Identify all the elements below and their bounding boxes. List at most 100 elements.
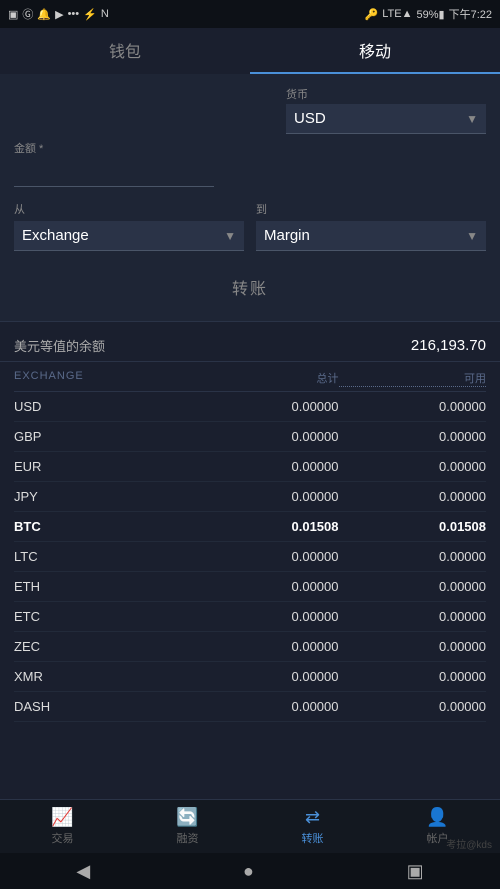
dots: •••: [68, 8, 80, 20]
td-total: 0.01508: [191, 519, 339, 534]
battery: 59%▮: [417, 8, 445, 21]
td-available: 0.00000: [339, 609, 487, 624]
table-row: GBP 0.00000 0.00000: [14, 422, 486, 452]
table-row: XRP 0.00000 0.00000: [14, 722, 486, 727]
play-icon: ▶: [55, 8, 63, 21]
table-row: LTC 0.00000 0.00000: [14, 542, 486, 572]
td-available: 0.00000: [339, 579, 487, 594]
bottom-nav: 📈 交易 🔄 融资 ⇄ 转账 👤 帐户: [0, 799, 500, 853]
transfer-button[interactable]: 转账: [192, 265, 308, 309]
to-arrow: ▼: [466, 229, 478, 243]
from-block: 从 Exchange ▼: [14, 201, 244, 251]
td-total: 0.00000: [191, 699, 339, 714]
nav-transfer[interactable]: ⇄ 转账: [250, 800, 375, 853]
to-dropdown[interactable]: Margin ▼: [256, 221, 486, 251]
td-total: 0.00000: [191, 459, 339, 474]
app-icon: ▣: [8, 8, 18, 21]
amount-input[interactable]: [14, 160, 214, 187]
th-available: 可用: [339, 370, 487, 387]
td-currency: BTC: [14, 519, 191, 534]
account-icon: 👤: [426, 807, 448, 828]
table-row: ETC 0.00000 0.00000: [14, 602, 486, 632]
home-button[interactable]: ●: [243, 861, 254, 882]
bluetooth-icon: ⚡: [83, 8, 97, 21]
to-label: 到: [256, 201, 486, 217]
td-currency: DASH: [14, 699, 191, 714]
table-area: EXCHANGE 总计 可用 USD 0.00000 0.00000 GBP 0…: [0, 362, 500, 727]
status-bar: ▣ Ⓖ 🔔 ▶ ••• ⚡ N 🔑 LTE▲ 59%▮ 下午7:22: [0, 0, 500, 28]
td-total: 0.00000: [191, 399, 339, 414]
balance-label: 美元等值的余额: [14, 336, 105, 355]
trade-icon: 📈: [51, 807, 73, 828]
td-available: 0.00000: [339, 699, 487, 714]
td-currency: GBP: [14, 429, 191, 444]
amount-block: 金额 *: [14, 140, 214, 187]
table-row: EUR 0.00000 0.00000: [14, 452, 486, 482]
table-row: JPY 0.00000 0.00000: [14, 482, 486, 512]
td-currency: ETC: [14, 609, 191, 624]
transfer-button-wrap: 转账: [14, 265, 486, 309]
system-nav: ◀ ● ▣: [0, 853, 500, 889]
td-currency: LTC: [14, 549, 191, 564]
transfer-label: 转账: [302, 830, 324, 846]
td-currency: JPY: [14, 489, 191, 504]
td-available: 0.00000: [339, 429, 487, 444]
back-button[interactable]: ◀: [76, 861, 90, 882]
from-dropdown[interactable]: Exchange ▼: [14, 221, 244, 251]
status-left-icons: ▣ Ⓖ 🔔 ▶ ••• ⚡ N: [8, 6, 109, 22]
currency-block: 货币 USD ▼: [286, 86, 486, 134]
account-label: 帐户: [427, 830, 449, 846]
status-right-icons: 🔑 LTE▲ 59%▮ 下午7:22: [365, 6, 492, 22]
table-row: ZEC 0.00000 0.00000: [14, 632, 486, 662]
th-total: 总计: [191, 370, 339, 387]
td-available: 0.00000: [339, 549, 487, 564]
signal-lte: LTE▲: [382, 8, 412, 20]
td-currency: ETH: [14, 579, 191, 594]
amount-fromto-row: 金额 *: [14, 140, 486, 201]
currency-label: 货币: [286, 86, 486, 102]
td-available: 0.00000: [339, 639, 487, 654]
td-total: 0.00000: [191, 429, 339, 444]
td-total: 0.00000: [191, 579, 339, 594]
td-currency: XMR: [14, 669, 191, 684]
td-available: 0.00000: [339, 459, 487, 474]
td-currency: EUR: [14, 459, 191, 474]
transfer-icon: ⇄: [305, 807, 320, 828]
balance-value: 216,193.70: [411, 337, 486, 354]
table-header: EXCHANGE 总计 可用: [14, 362, 486, 392]
td-total: 0.00000: [191, 669, 339, 684]
watermark: 考拉@kds: [446, 836, 492, 851]
time: 下午7:22: [449, 6, 492, 22]
currency-row: 货币 USD ▼: [14, 86, 486, 134]
td-total: 0.00000: [191, 609, 339, 624]
td-currency: USD: [14, 399, 191, 414]
form-area: 货币 USD ▼ 金额 * 从 Exchange ▼ 到 Margin ▼: [0, 74, 500, 321]
td-available: 0.00000: [339, 669, 487, 684]
nav-finance[interactable]: 🔄 融资: [125, 800, 250, 853]
td-total: 0.00000: [191, 639, 339, 654]
finance-label: 融资: [177, 830, 199, 846]
td-available: 0.00000: [339, 489, 487, 504]
currency-dropdown[interactable]: USD ▼: [286, 104, 486, 134]
td-total: 0.00000: [191, 489, 339, 504]
table-row: USD 0.00000 0.00000: [14, 392, 486, 422]
tab-move[interactable]: 移动: [250, 28, 500, 74]
currency-value: USD: [294, 110, 326, 127]
td-available: 0.01508: [339, 519, 487, 534]
currency-arrow: ▼: [466, 112, 478, 126]
table-row: XMR 0.00000 0.00000: [14, 662, 486, 692]
bell-icon: 🔔: [37, 8, 51, 21]
recents-button[interactable]: ▣: [407, 861, 424, 882]
amount-label: 金额 *: [14, 140, 214, 156]
from-arrow: ▼: [224, 229, 236, 243]
tab-bar: 钱包 移动: [0, 28, 500, 74]
tab-wallet[interactable]: 钱包: [0, 28, 250, 74]
trade-label: 交易: [52, 830, 74, 846]
from-label: 从: [14, 201, 244, 217]
th-exchange: EXCHANGE: [14, 370, 191, 387]
table-row: DASH 0.00000 0.00000: [14, 692, 486, 722]
from-value: Exchange: [22, 227, 89, 244]
to-value: Margin: [264, 227, 310, 244]
nav-trade[interactable]: 📈 交易: [0, 800, 125, 853]
td-total: 0.00000: [191, 549, 339, 564]
